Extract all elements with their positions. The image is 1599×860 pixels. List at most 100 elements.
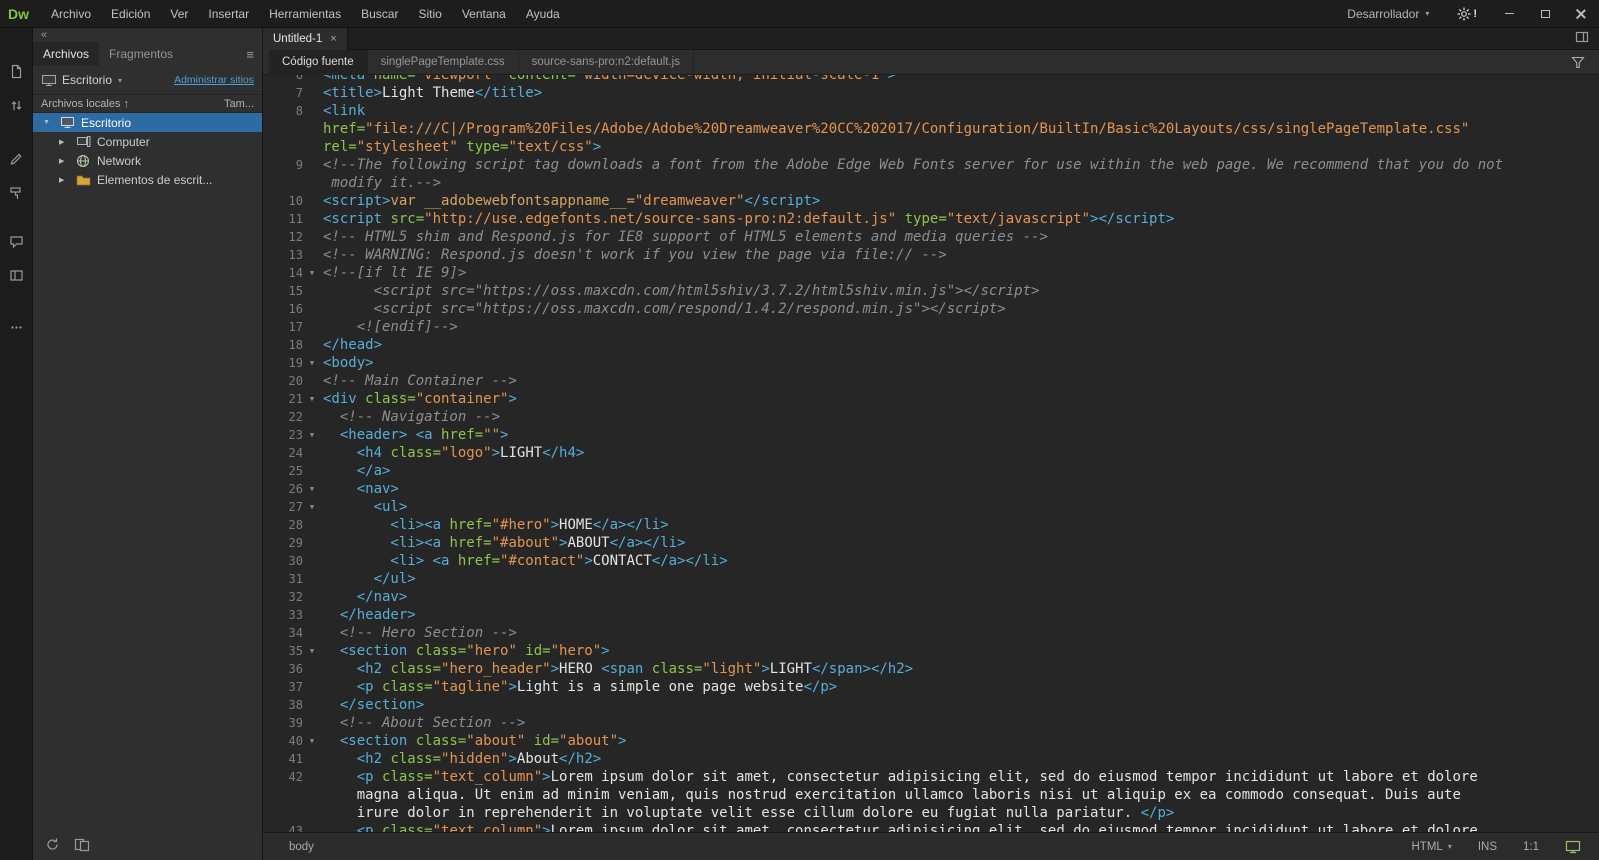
code-line-text[interactable]: <li><a href="#about">ABOUT</a></li> — [321, 534, 1599, 552]
code-line-text[interactable]: <section class="hero" id="hero"> — [321, 642, 1599, 660]
code-line-text[interactable]: href="file:///C|/Program%20Files/Adobe/A… — [321, 120, 1599, 138]
code-line-text[interactable]: <script src="https://oss.maxcdn.com/html… — [321, 282, 1599, 300]
code-line[interactable]: 36 <h2 class="hero_header">HERO <span cl… — [263, 660, 1599, 678]
code-line-text[interactable]: rel="stylesheet" type="text/css"> — [321, 138, 1599, 156]
tree-item-network[interactable]: ▶ Network — [33, 151, 262, 170]
code-fold-icon[interactable]: ▼ — [303, 642, 321, 660]
code-line[interactable]: 17 <![endif]--> — [263, 318, 1599, 336]
code-line[interactable]: 28 <li><a href="#hero">HOME</a></li> — [263, 516, 1599, 534]
open-documents-button[interactable] — [0, 58, 33, 84]
code-line[interactable]: 16 <script src="https://oss.maxcdn.com/r… — [263, 300, 1599, 318]
code-fold-icon[interactable]: ▼ — [303, 498, 321, 516]
menu-herramientas[interactable]: Herramientas — [259, 0, 351, 28]
code-line[interactable]: 38 </section> — [263, 696, 1599, 714]
tree-item-elementos[interactable]: ▶ Elementos de escrit... — [33, 170, 262, 189]
site-select[interactable]: Escritorio ▾ — [62, 73, 169, 87]
code-fold-icon[interactable]: ▼ — [303, 480, 321, 498]
expand-panels-button[interactable] — [1575, 30, 1589, 48]
related-file-css[interactable]: singlePageTemplate.css — [368, 49, 519, 75]
comments-button[interactable] — [0, 228, 33, 254]
code-line[interactable]: 39 <!-- About Section --> — [263, 714, 1599, 732]
format-tool-button[interactable] — [0, 180, 33, 206]
code-line-text[interactable]: <![endif]--> — [321, 318, 1599, 336]
code-line-text[interactable]: <script src="http://use.edgefonts.net/so… — [321, 210, 1599, 228]
code-line[interactable]: 7 <title>Light Theme</title> — [263, 84, 1599, 102]
code-line-text[interactable]: <link — [321, 102, 1599, 120]
code-line[interactable]: 11 <script src="http://use.edgefonts.net/… — [263, 210, 1599, 228]
menu-edicion[interactable]: Edición — [101, 0, 160, 28]
tree-item-computer[interactable]: ▶ Computer — [33, 132, 262, 151]
code-line[interactable]: modify it.--> — [263, 174, 1599, 192]
code-line[interactable]: 12 <!-- HTML5 shim and Respond.js for IE8… — [263, 228, 1599, 246]
code-line[interactable]: 13 <!-- WARNING: Respond.js doesn't work … — [263, 246, 1599, 264]
code-line-text[interactable]: <!-- WARNING: Respond.js doesn't work if… — [321, 246, 1599, 264]
collapsed-arrow-icon[interactable]: ▶ — [59, 157, 73, 165]
code-line[interactable]: 37 <p class="tagline">Light is a simple … — [263, 678, 1599, 696]
code-line[interactable]: 26 ▼ <nav> — [263, 480, 1599, 498]
code-line[interactable]: 18 </head> — [263, 336, 1599, 354]
code-line[interactable]: 34 <!-- Hero Section --> — [263, 624, 1599, 642]
code-line-text[interactable]: <title>Light Theme</title> — [321, 84, 1599, 102]
code-view[interactable]: 6 <meta name="viewport" content="width=de… — [263, 75, 1599, 832]
panel-menu-icon[interactable]: ≡ — [246, 47, 254, 62]
menu-insertar[interactable]: Insertar — [198, 0, 259, 28]
menu-ventana[interactable]: Ventana — [452, 0, 516, 28]
code-line[interactable]: 41 <h2 class="hidden">About</h2> — [263, 750, 1599, 768]
code-line[interactable]: 8 <link — [263, 102, 1599, 120]
column-name-header[interactable]: Archivos locales ↑ — [41, 98, 129, 110]
code-line-text[interactable]: <p class="tagline">Light is a simple one… — [321, 678, 1599, 696]
code-line-text[interactable]: <header> <a href=""> — [321, 426, 1599, 444]
code-line[interactable]: 22 <!-- Navigation --> — [263, 408, 1599, 426]
code-line-text[interactable]: <section class="about" id="about"> — [321, 732, 1599, 750]
collapsed-arrow-icon[interactable]: ▶ — [59, 138, 73, 146]
code-line-text[interactable]: <li><a href="#hero">HOME</a></li> — [321, 516, 1599, 534]
code-line-text[interactable]: <meta name="viewport" content="width=dev… — [321, 75, 1599, 84]
code-line[interactable]: 20 <!-- Main Container --> — [263, 372, 1599, 390]
code-line-text[interactable]: <!--[if lt IE 9]> — [321, 264, 1599, 282]
code-fold-icon[interactable]: ▼ — [303, 264, 321, 282]
code-line[interactable]: 35 ▼ <section class="hero" id="hero"> — [263, 642, 1599, 660]
code-line[interactable]: 33 </header> — [263, 606, 1599, 624]
code-line[interactable]: 43 <p class="text_column">Lorem ipsum do… — [263, 822, 1599, 832]
code-line[interactable]: 15 <script src="https://oss.maxcdn.com/h… — [263, 282, 1599, 300]
restore-button[interactable] — [1527, 0, 1563, 28]
document-tab-untitled-1[interactable]: Untitled-1 × — [263, 27, 348, 50]
code-line[interactable]: 40 ▼ <section class="about" id="about"> — [263, 732, 1599, 750]
code-line[interactable]: 29 <li><a href="#about">ABOUT</a></li> — [263, 534, 1599, 552]
code-fold-icon[interactable]: ▼ — [303, 426, 321, 444]
filter-related-files-button[interactable] — [1571, 56, 1585, 69]
code-line[interactable]: 23 ▼ <header> <a href=""> — [263, 426, 1599, 444]
code-line-text[interactable]: </nav> — [321, 588, 1599, 606]
code-line-text[interactable]: <p class="text_column">Lorem ipsum dolor… — [321, 822, 1599, 832]
code-line[interactable]: 14 ▼ <!--[if lt IE 9]> — [263, 264, 1599, 282]
code-line-text[interactable]: </header> — [321, 606, 1599, 624]
code-line[interactable]: rel="stylesheet" type="text/css"> — [263, 138, 1599, 156]
code-line[interactable]: irure dolor in reprehenderit in voluptat… — [263, 804, 1599, 822]
code-line-text[interactable]: <script src="https://oss.maxcdn.com/resp… — [321, 300, 1599, 318]
code-line-text[interactable]: <!-- Main Container --> — [321, 372, 1599, 390]
more-tools-button[interactable] — [0, 314, 33, 340]
collapse-panels-icon[interactable]: « — [41, 29, 47, 41]
code-line-text[interactable]: <div class="container"> — [321, 390, 1599, 408]
code-line[interactable]: 24 <h4 class="logo">LIGHT</h4> — [263, 444, 1599, 462]
collapsed-arrow-icon[interactable]: ▶ — [59, 176, 73, 184]
code-line[interactable]: 10 <script>var __adobewebfontsappname__="… — [263, 192, 1599, 210]
code-line-text[interactable]: <body> — [321, 354, 1599, 372]
menu-sitio[interactable]: Sitio — [408, 0, 451, 28]
close-button[interactable] — [1563, 0, 1599, 28]
code-line-text[interactable]: <!-- Navigation --> — [321, 408, 1599, 426]
workspace-switcher[interactable]: Desarrollador ▾ — [1333, 7, 1443, 21]
code-line-text[interactable]: <!-- Hero Section --> — [321, 624, 1599, 642]
code-line-text[interactable]: <h2 class="hidden">About</h2> — [321, 750, 1599, 768]
code-line-text[interactable]: modify it.--> — [321, 174, 1599, 192]
code-line-text[interactable]: magna aliqua. Ut enim ad minim veniam, q… — [321, 786, 1599, 804]
code-line[interactable]: 19 ▼ <body> — [263, 354, 1599, 372]
refresh-button[interactable] — [45, 837, 60, 857]
expanded-arrow-icon[interactable]: ▼ — [43, 119, 57, 126]
code-line-text[interactable]: <!-- HTML5 shim and Respond.js for IE8 s… — [321, 228, 1599, 246]
code-line-text[interactable]: </head> — [321, 336, 1599, 354]
minimize-button[interactable] — [1491, 0, 1527, 28]
code-fold-icon[interactable]: ▼ — [303, 354, 321, 372]
code-line[interactable]: 27 ▼ <ul> — [263, 498, 1599, 516]
code-line-text[interactable]: </ul> — [321, 570, 1599, 588]
